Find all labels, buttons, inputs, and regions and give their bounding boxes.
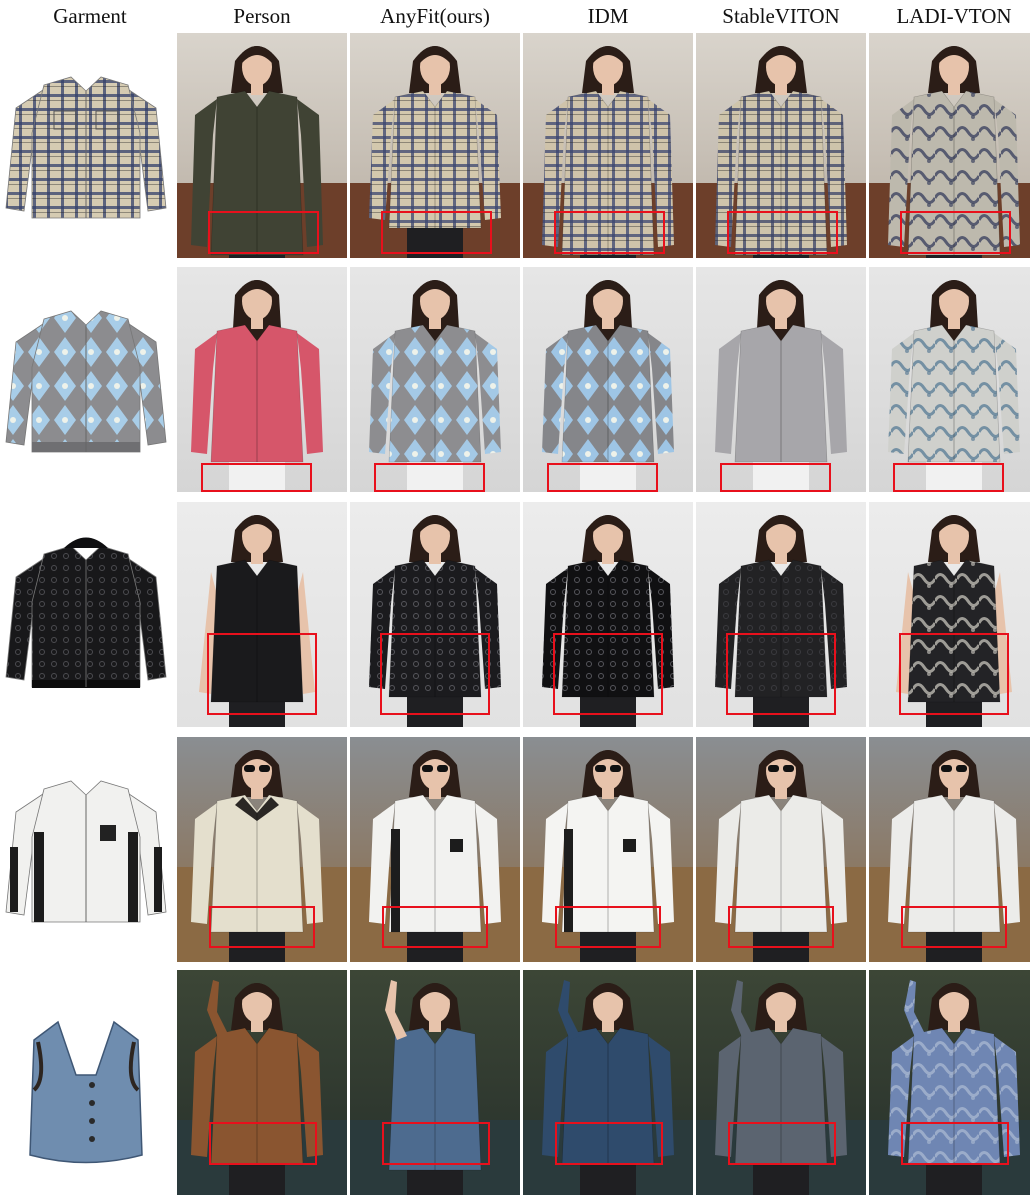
garment-image-zip-jacket xyxy=(0,737,172,962)
garment-illustration xyxy=(5,780,167,923)
highlight-box xyxy=(207,633,317,715)
highlight-box xyxy=(380,633,490,715)
garment-image-hooded-jacket xyxy=(0,502,172,727)
highlight-box xyxy=(727,211,838,254)
result-image-anyfit-ours xyxy=(350,737,520,962)
highlight-box xyxy=(901,906,1007,948)
highlight-box xyxy=(728,906,834,948)
result-image-ladi-vton xyxy=(869,267,1030,492)
result-image-stableviton xyxy=(696,267,866,492)
highlight-box xyxy=(382,906,488,948)
result-image-ladi-vton xyxy=(869,502,1030,727)
garment-illustration xyxy=(5,537,167,688)
highlight-box xyxy=(555,1122,663,1165)
garment-image-plaid-shirt xyxy=(0,33,172,258)
result-image-idm xyxy=(523,737,693,962)
garment-illustration xyxy=(29,1020,143,1164)
highlight-box xyxy=(553,633,663,715)
garment-illustration xyxy=(5,310,167,453)
garment-illustration xyxy=(5,76,167,219)
highlight-box xyxy=(900,211,1011,254)
result-image-ladi-vton xyxy=(869,33,1030,258)
result-image-stableviton xyxy=(696,502,866,727)
person-illustration xyxy=(523,267,693,492)
result-image-anyfit-ours xyxy=(350,502,520,727)
highlight-box xyxy=(382,1122,490,1165)
column-header-person: Person xyxy=(233,4,291,28)
person-illustration xyxy=(869,267,1030,492)
result-image-ladi-vton xyxy=(869,737,1030,962)
column-header-stableviton: StableVITON xyxy=(722,4,840,28)
highlight-box xyxy=(899,633,1009,715)
highlight-box xyxy=(720,463,831,492)
person-illustration xyxy=(177,267,347,492)
highlight-box xyxy=(901,1122,1009,1165)
highlight-box xyxy=(728,1122,836,1165)
result-image-idm xyxy=(523,502,693,727)
highlight-box xyxy=(893,463,1004,492)
column-header-idm: IDM xyxy=(587,4,629,28)
highlight-box xyxy=(209,906,315,948)
garment-image-denim-vest xyxy=(0,970,172,1195)
result-image-person xyxy=(177,970,347,1195)
garment-image-argyle-cardigan xyxy=(0,267,172,492)
highlight-box xyxy=(547,463,658,492)
result-image-stableviton xyxy=(696,33,866,258)
highlight-box xyxy=(209,1122,317,1165)
person-illustration xyxy=(350,267,520,492)
result-image-stableviton xyxy=(696,970,866,1195)
highlight-box xyxy=(381,211,492,254)
column-header-garment: Garment xyxy=(53,4,127,28)
column-header-anyfit: AnyFit(ours) xyxy=(380,4,490,28)
column-header-ladi-vton: LADI-VTON xyxy=(896,4,1012,28)
highlight-box xyxy=(374,463,485,492)
result-image-person xyxy=(177,267,347,492)
result-image-anyfit-ours xyxy=(350,33,520,258)
highlight-box xyxy=(726,633,836,715)
result-image-idm xyxy=(523,267,693,492)
highlight-box xyxy=(201,463,312,492)
highlight-box xyxy=(555,906,661,948)
result-image-person xyxy=(177,737,347,962)
garment-shape xyxy=(29,1020,143,1164)
result-image-anyfit-ours xyxy=(350,970,520,1195)
result-image-anyfit-ours xyxy=(350,267,520,492)
result-image-ladi-vton xyxy=(869,970,1030,1195)
result-image-person xyxy=(177,502,347,727)
result-image-idm xyxy=(523,33,693,258)
highlight-box xyxy=(208,211,319,254)
person-illustration xyxy=(696,267,866,492)
highlight-box xyxy=(554,211,665,254)
result-image-stableviton xyxy=(696,737,866,962)
result-image-person xyxy=(177,33,347,258)
result-image-idm xyxy=(523,970,693,1195)
